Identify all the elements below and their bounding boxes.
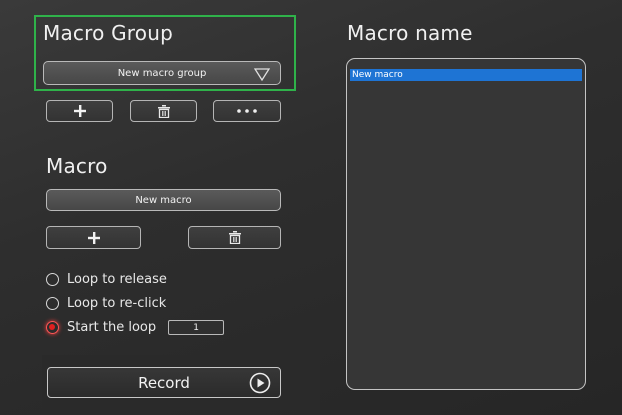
add-macro-group-button[interactable] [46,100,113,122]
macro-group-dropdown-value: New macro group [117,67,207,79]
start-the-loop-option[interactable]: Start the loop 1 [46,320,225,335]
play-circle-icon [249,372,271,394]
trash-icon [157,104,170,118]
loop-to-release-label: Loop to release [67,272,167,287]
record-label: Record [138,374,190,392]
macro-title: Macro [46,154,108,178]
loop-to-reclick-option[interactable]: Loop to re-click [46,296,166,311]
add-macro-button[interactable] [46,226,141,249]
delete-macro-button[interactable] [188,226,281,249]
loop-to-reclick-label: Loop to re-click [67,296,167,311]
macro-name-value: New macro [135,194,192,206]
more-options-button[interactable] [213,100,281,122]
macro-group-dropdown[interactable]: New macro group [43,61,281,85]
record-button[interactable]: Record [47,367,281,398]
plus-icon [87,231,100,244]
plus-icon [73,105,86,117]
macro-group-title: Macro Group [43,21,173,45]
start-the-loop-radio[interactable] [46,321,59,334]
trash-icon [228,231,241,244]
macro-list-item[interactable]: New macro [350,69,582,81]
start-the-loop-label: Start the loop [67,320,157,335]
loop-count-input[interactable]: 1 [168,320,225,335]
macro-name-title: Macro name [347,21,473,45]
more-dots-icon [237,109,257,113]
triangle-down-icon [254,68,270,81]
loop-to-reclick-radio[interactable] [46,297,59,310]
macro-name-field[interactable]: New macro [46,189,281,211]
loop-to-release-option[interactable]: Loop to release [46,272,167,287]
macro-list[interactable]: New macro [346,58,586,390]
loop-to-release-radio[interactable] [46,273,59,286]
delete-macro-group-button[interactable] [130,100,197,122]
